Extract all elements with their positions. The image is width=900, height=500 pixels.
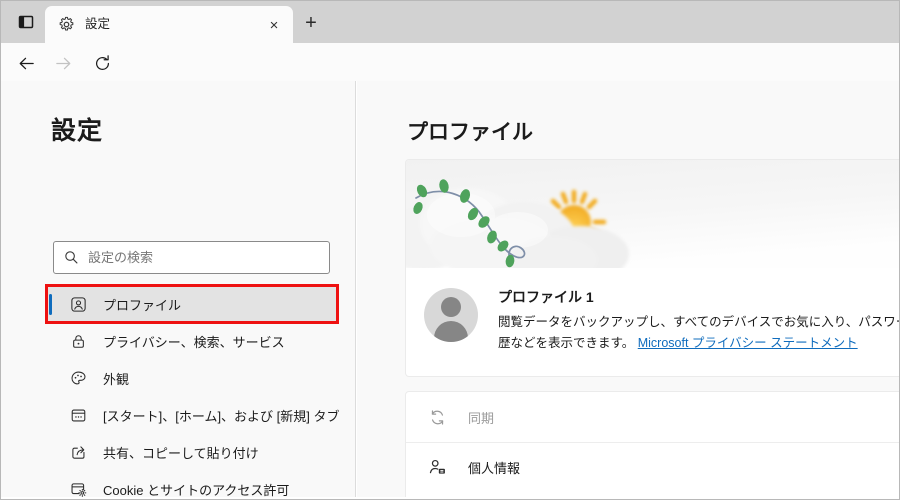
sidebar-item-label: Cookie とサイトのアクセス許可 bbox=[103, 483, 290, 498]
profile-name: プロファイル 1 bbox=[498, 289, 594, 305]
sidebar-item-label: [スタート]、[ホーム]、および [新規] タブ bbox=[103, 409, 340, 424]
sidebar-item-share-copy-paste[interactable]: 共有、コピーして貼り付け bbox=[47, 434, 339, 471]
browser-toolbar: Edge edge://settings/profiles bbox=[1, 43, 899, 118]
settings-row-personal-info[interactable]: 個人情報 bbox=[406, 442, 899, 492]
settings-row-sync[interactable]: 同期 bbox=[406, 392, 899, 442]
sidebar-item-privacy[interactable]: プライバシー、検索、サービス bbox=[47, 323, 339, 360]
profile-person-icon bbox=[67, 296, 89, 313]
share-icon bbox=[67, 444, 89, 461]
main-heading: プロファイル bbox=[407, 121, 533, 144]
browser-window-icon bbox=[67, 407, 89, 424]
sidebar-item-cookies-permissions[interactable]: Cookie とサイトのアクセス許可 bbox=[47, 471, 339, 499]
privacy-statement-link[interactable]: Microsoft プライバシー ステートメント bbox=[638, 336, 858, 350]
profile-card: プロファイル 1 閲覧データをバックアップし、すべてのデバイスでお気に入り、パス… bbox=[405, 159, 899, 377]
sync-icon bbox=[426, 408, 448, 427]
search-icon bbox=[54, 250, 88, 265]
profile-description-line1: 閲覧データをバックアップし、すべてのデバイスでお気に入り、パスワード、履 bbox=[498, 315, 899, 329]
close-icon[interactable]: × bbox=[264, 15, 284, 35]
profile-options-card: 同期 個人情報 bbox=[405, 391, 899, 497]
sidebar-item-profiles[interactable]: プロファイル bbox=[47, 286, 339, 323]
palette-icon bbox=[67, 370, 89, 387]
profile-description-prefix: 歴などを表示できます。 bbox=[498, 336, 638, 350]
sidebar-item-label: 共有、コピーして貼り付け bbox=[103, 446, 259, 461]
sidebar-item-appearance[interactable]: 外観 bbox=[47, 360, 339, 397]
reload-icon[interactable] bbox=[89, 50, 115, 76]
search-settings-box[interactable] bbox=[53, 241, 330, 274]
settings-sidebar: 設定 設定の検索 プロファイル プライバシー、検索、サービス 外観 [スタート]… bbox=[1, 81, 356, 499]
sidebar-item-label: プライバシー、検索、サービス bbox=[103, 335, 285, 350]
sidebar-item-start-home-newtab[interactable]: [スタート]、[ホーム]、および [新規] タブ bbox=[47, 397, 340, 434]
profile-description-line2: 歴などを表示できます。 Microsoft プライバシー ステートメント bbox=[498, 333, 899, 354]
cloud-sun-vine-illustration bbox=[406, 160, 899, 268]
tab-title: 設定 bbox=[85, 17, 111, 31]
sidebar-panel-icon[interactable] bbox=[13, 10, 39, 34]
lock-icon bbox=[67, 333, 89, 350]
back-arrow-icon[interactable] bbox=[13, 50, 39, 76]
browser-tab[interactable]: 設定 × bbox=[45, 6, 293, 43]
browser-window: 設定 × + 設定 設定の検索 プロファイル プライバシー、検索、サービス 外観… bbox=[0, 0, 900, 500]
settings-row-label: 同期 bbox=[468, 410, 495, 426]
new-tab-button[interactable]: + bbox=[298, 10, 324, 36]
site-permissions-icon bbox=[67, 481, 89, 498]
page-title: 設定 bbox=[51, 117, 104, 145]
gear-icon bbox=[58, 16, 75, 33]
sidebar-item-label: プロファイル bbox=[103, 298, 182, 313]
personal-info-icon bbox=[426, 458, 448, 477]
title-bar: 設定 × + bbox=[1, 1, 899, 43]
profile-summary: プロファイル 1 閲覧データをバックアップし、すべてのデバイスでお気に入り、パス… bbox=[406, 270, 899, 354]
settings-row-label: 個人情報 bbox=[468, 461, 521, 476]
sidebar-item-label: 外観 bbox=[103, 372, 130, 387]
settings-nav-list: プロファイル プライバシー、検索、サービス 外観 [スタート]、[ホーム]、およ… bbox=[47, 286, 340, 499]
search-input[interactable] bbox=[88, 250, 313, 265]
settings-main-content: プロファイル プロファイル 1 閲覧データをバックアップし、すべてのデバイスでお… bbox=[357, 81, 899, 497]
settings-page: 設定 設定の検索 プロファイル プライバシー、検索、サービス 外観 [スタート]… bbox=[1, 81, 899, 499]
default-avatar-icon bbox=[424, 288, 478, 342]
forward-arrow-icon bbox=[50, 50, 76, 76]
